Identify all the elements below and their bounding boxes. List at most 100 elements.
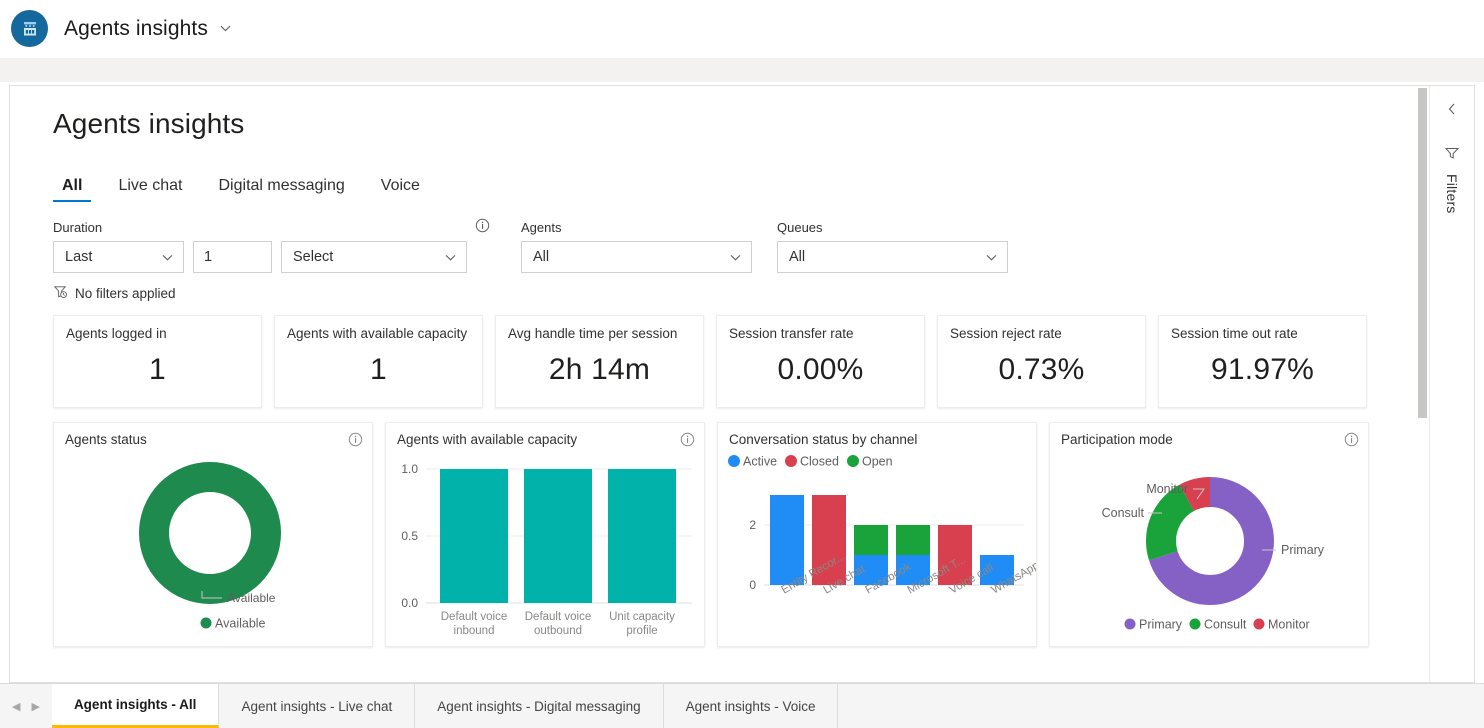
chart-title: Agents status (65, 432, 147, 447)
kpi-title: Agents with available capacity (287, 326, 468, 341)
chevron-down-icon (985, 251, 998, 264)
kpi-title: Session reject rate (950, 326, 1062, 341)
filters-rail-label[interactable]: Filters (1444, 174, 1460, 214)
dynamics-app-icon[interactable] (11, 10, 48, 47)
queues-label: Queues (777, 220, 823, 235)
chart-row: Agents status Available Available Agents… (53, 422, 1430, 647)
kpi-value: 91.97% (1211, 353, 1314, 386)
svg-text:inbound: inbound (454, 625, 495, 637)
tabstrip-tab-voice[interactable]: Agent insights - Voice (663, 684, 839, 728)
caret-left-icon[interactable]: ◀ (12, 700, 20, 713)
chevron-down-icon[interactable] (219, 22, 232, 35)
donut-callout-primary: Primary (1281, 543, 1325, 557)
duration-mode-dropdown[interactable]: Last (53, 241, 184, 273)
donut-callout-available: Available (227, 591, 276, 605)
queues-dropdown[interactable]: All (777, 241, 1008, 273)
agents-label: Agents (521, 220, 562, 235)
chart-card-agents-status: Agents status Available Available (53, 422, 373, 647)
dashboard-content: Agents insights All Live chat Digital me… (10, 86, 1430, 682)
bar-facebook-open (854, 525, 888, 555)
chevron-down-icon (444, 251, 457, 264)
kpi-card-session-reject-rate: Session reject rate 0.73% (937, 315, 1146, 408)
kpi-value: 0.00% (777, 353, 864, 386)
kpi-row: Agents logged in 1 Agents with available… (53, 315, 1430, 408)
agents-filter-group: Agents All (521, 220, 777, 273)
filter-bar: Duration Last 1 Select Agents All Queues… (53, 218, 1430, 273)
conversation-status-bar-chart[interactable]: Active Closed Open 2 0 Entity Recor... L… (718, 451, 1041, 646)
chevron-left-icon[interactable] (1445, 102, 1459, 121)
agents-status-donut[interactable]: Available Available (54, 451, 372, 646)
tab-live-chat[interactable]: Live chat (109, 177, 191, 202)
kpi-card-session-transfer-rate: Session transfer rate 0.00% (716, 315, 925, 408)
ytick-1: 1.0 (401, 462, 418, 476)
chevron-down-icon (161, 251, 174, 264)
filters-rail: Filters (1429, 86, 1474, 682)
chart-card-conversation-status: Conversation status by channel Active Cl… (717, 422, 1041, 647)
info-icon[interactable] (680, 432, 695, 452)
chart-title: Conversation status by channel (729, 432, 918, 447)
kpi-title: Session transfer rate (729, 326, 854, 341)
tabstrip-arrows: ◀ ▶ (0, 684, 52, 728)
chart-title: Participation mode (1061, 432, 1173, 447)
page-title: Agents insights (53, 108, 245, 139)
tab-all[interactable]: All (53, 177, 92, 202)
duration-filter-group: Duration Last 1 Select (53, 218, 490, 273)
kpi-title: Avg handle time per session (508, 326, 678, 341)
legend-label-open: Open (862, 455, 893, 469)
donut-callout-consult: Consult (1102, 506, 1145, 520)
duration-mode-value: Last (65, 249, 93, 265)
legend-label-closed: Closed (800, 455, 839, 469)
legend-label-available: Available (215, 617, 266, 631)
ytick-0: 0.0 (401, 596, 418, 610)
queues-filter-group: Queues All (777, 220, 1033, 273)
kpi-card-avg-handle-time: Avg handle time per session 2h 14m (495, 315, 704, 408)
chevron-down-icon (729, 251, 742, 264)
app-header: Agents insights (0, 0, 1484, 58)
info-icon[interactable] (1344, 432, 1359, 452)
duration-unit-value: Select (293, 249, 334, 265)
app-title: Agents insights (64, 16, 208, 40)
filter-status: No filters applied (53, 284, 1430, 302)
duration-count-value: 1 (204, 249, 213, 265)
legend-label-primary: Primary (1139, 618, 1183, 632)
info-icon[interactable] (348, 432, 363, 452)
bar-default-voice-outbound (524, 469, 592, 603)
agents-value: All (533, 249, 550, 265)
duration-info-icon[interactable] (475, 218, 490, 238)
chart-card-available-capacity: Agents with available capacity 1.0 0.5 0… (385, 422, 705, 647)
svg-text:outbound: outbound (534, 625, 582, 637)
ytick-0: 0 (749, 578, 756, 592)
ytick-2: 2 (749, 518, 756, 532)
kpi-card-agents-logged-in: Agents logged in 1 (53, 315, 262, 408)
kpi-title: Session time out rate (1171, 326, 1298, 341)
legend-label-active: Active (743, 455, 777, 469)
kpi-value: 2h 14m (548, 353, 651, 386)
tabstrip-tab-digital-messaging[interactable]: Agent insights - Digital messaging (415, 684, 664, 728)
chart-title: Agents with available capacity (397, 432, 578, 447)
legend-label-monitor: Monitor (1268, 618, 1310, 632)
chart-card-participation-mode: Participation mode Monitor Consult Prima… (1049, 422, 1369, 647)
duration-count-input[interactable]: 1 (193, 241, 272, 273)
bar-unit-capacity-profile (608, 469, 676, 603)
svg-text:Default voice: Default voice (525, 611, 591, 623)
tab-voice[interactable]: Voice (372, 177, 429, 202)
agents-dropdown[interactable]: All (521, 241, 752, 273)
filter-icon[interactable] (1444, 145, 1460, 166)
tab-digital-messaging[interactable]: Digital messaging (210, 177, 354, 202)
vertical-scrollbar-thumb[interactable] (1418, 88, 1427, 418)
svg-text:profile: profile (626, 625, 657, 637)
tabstrip-tab-live-chat[interactable]: Agent insights - Live chat (219, 684, 416, 728)
kpi-card-agents-available-capacity: Agents with available capacity 1 (274, 315, 483, 408)
kpi-title: Agents logged in (66, 326, 167, 341)
participation-mode-donut[interactable]: Monitor Consult Primary Primary Consult … (1050, 451, 1368, 646)
bar-entity-record-active (770, 495, 804, 585)
donut-callout-monitor: Monitor (1146, 482, 1188, 496)
available-capacity-bar-chart[interactable]: 1.0 0.5 0.0 Default voice inbound Defaul… (386, 451, 704, 646)
kpi-card-session-time-out-rate: Session time out rate 91.97% (1158, 315, 1367, 408)
tabstrip-tab-all[interactable]: Agent insights - All (51, 684, 220, 728)
duration-unit-dropdown[interactable]: Select (281, 241, 467, 273)
duration-label: Duration (53, 220, 103, 235)
kpi-value: 0.73% (998, 353, 1085, 386)
bottom-tabstrip: ◀ ▶ Agent insights - All Agent insights … (0, 683, 1484, 728)
caret-right-icon[interactable]: ▶ (31, 700, 39, 713)
